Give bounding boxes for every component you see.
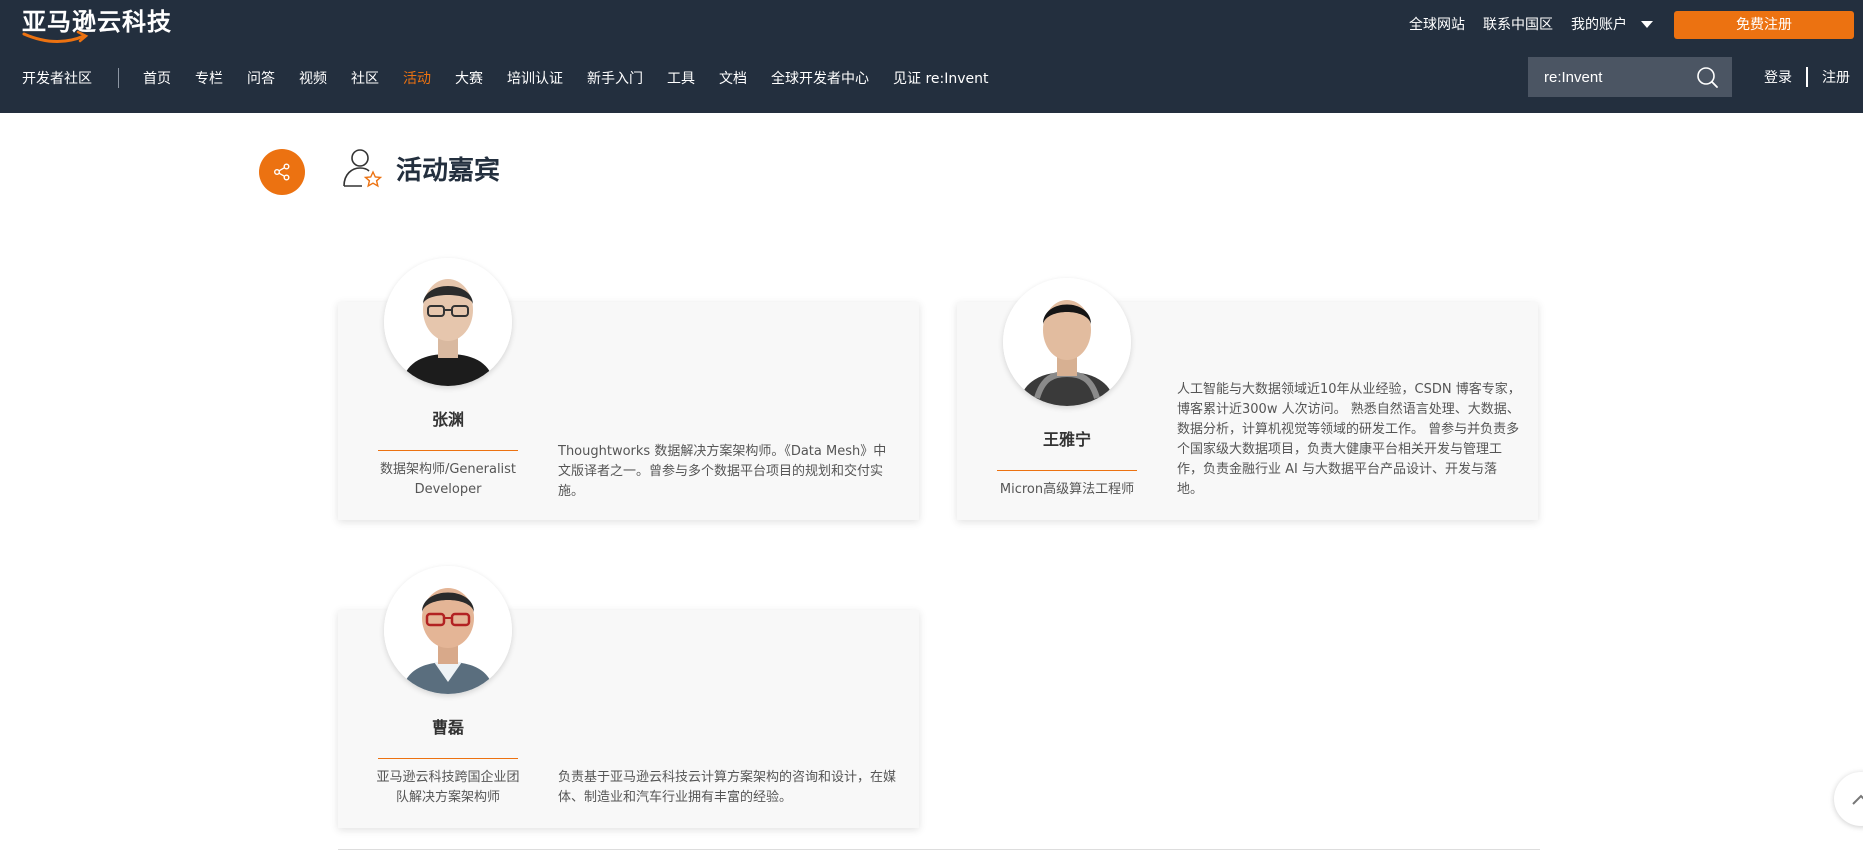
name-underline	[997, 470, 1137, 471]
nav-item-training[interactable]: 培训认证	[507, 68, 563, 88]
back-to-top-button[interactable]	[1834, 772, 1863, 826]
my-account-link[interactable]: 我的账户	[1571, 14, 1627, 34]
nav-item-tools[interactable]: 工具	[667, 68, 695, 88]
speaker-name: 王雅宁	[1042, 430, 1091, 449]
nav-item-contest[interactable]: 大赛	[455, 68, 483, 88]
logo-smile-icon	[22, 30, 89, 43]
avatar	[384, 258, 512, 386]
name-underline	[378, 450, 518, 451]
chevron-up-icon	[1852, 794, 1863, 805]
speaker-card: 王雅宁 Micron高级算法工程师 人工智能与大数据领域近10年从业经验，CSD…	[957, 278, 1538, 520]
search-input[interactable]	[1544, 68, 1694, 86]
top-links: 全球网站 联系中国区 我的账户	[1409, 14, 1653, 34]
speaker-bio: Thoughtworks 数据解决方案架构师。《Data Mesh》中文版译者之…	[558, 444, 887, 499]
share-icon	[274, 163, 290, 181]
search-icon[interactable]	[1696, 66, 1718, 88]
search-box	[1528, 57, 1732, 97]
speaker-card: 曹磊 亚马逊云科技跨国企业团队解决方案架构师 负责基于亚马逊云科技云计算方案架构…	[338, 566, 919, 828]
speaker-role: 数据架构师/Generalist Developer	[379, 462, 517, 497]
nav-item-reinvent[interactable]: 见证 re:Invent	[893, 68, 989, 88]
chevron-down-icon[interactable]	[1641, 20, 1653, 28]
nav-item-qa[interactable]: 问答	[247, 68, 275, 88]
nav-item-global-dev-center[interactable]: 全球开发者中心	[771, 68, 869, 88]
nav-item-docs[interactable]: 文档	[719, 68, 747, 88]
auth-links: 登录 注册	[1764, 67, 1850, 87]
free-register-button[interactable]: 免费注册	[1674, 11, 1854, 39]
section-divider	[338, 849, 1540, 850]
speaker-bio: 人工智能与大数据领域近10年从业经验，CSDN 博客专家，博客累计近300w 人…	[1177, 382, 1521, 497]
login-link[interactable]: 登录	[1764, 67, 1792, 87]
global-site-link[interactable]: 全球网站	[1409, 14, 1465, 34]
speaker-card: 张渊 数据架构师/Generalist Developer Thoughtwor…	[338, 258, 919, 520]
nav-item-home[interactable]: 首页	[143, 68, 171, 88]
nav-item-video[interactable]: 视频	[299, 68, 327, 88]
avatar	[384, 566, 512, 694]
speaker-name: 张渊	[431, 410, 464, 429]
share-button[interactable]	[259, 149, 305, 195]
speaker-bio: 负责基于亚马逊云科技云计算方案架构的咨询和设计，在媒体、制造业和汽车行业拥有丰富…	[558, 770, 897, 805]
main-nav: 开发者社区 首页 专栏 问答 视频 社区 活动 大赛 培训认证 新手入门 工具 …	[22, 66, 1013, 90]
speaker-role: Micron高级算法工程师	[999, 482, 1135, 497]
section-title: 活动嘉宾	[396, 156, 501, 186]
nav-item-events[interactable]: 活动	[403, 68, 431, 88]
guest-star-icon	[343, 149, 383, 188]
avatar	[1003, 278, 1131, 406]
speaker-role: 亚马逊云科技跨国企业团队解决方案架构师	[376, 770, 520, 805]
auth-separator	[1806, 67, 1808, 87]
nav-divider	[118, 68, 119, 88]
nav-item-getting-started[interactable]: 新手入门	[587, 68, 643, 88]
top-header: 亚马逊云科技 全球网站 联系中国区 我的账户 免费注册 开发者社区 首页 专栏 …	[0, 0, 1863, 113]
contact-china-link[interactable]: 联系中国区	[1483, 14, 1553, 34]
signup-link[interactable]: 注册	[1822, 67, 1850, 87]
nav-item-community[interactable]: 社区	[351, 68, 379, 88]
nav-brand[interactable]: 开发者社区	[22, 68, 92, 88]
name-underline	[378, 758, 518, 759]
nav-item-columns[interactable]: 专栏	[195, 68, 223, 88]
speaker-name: 曹磊	[431, 718, 464, 737]
